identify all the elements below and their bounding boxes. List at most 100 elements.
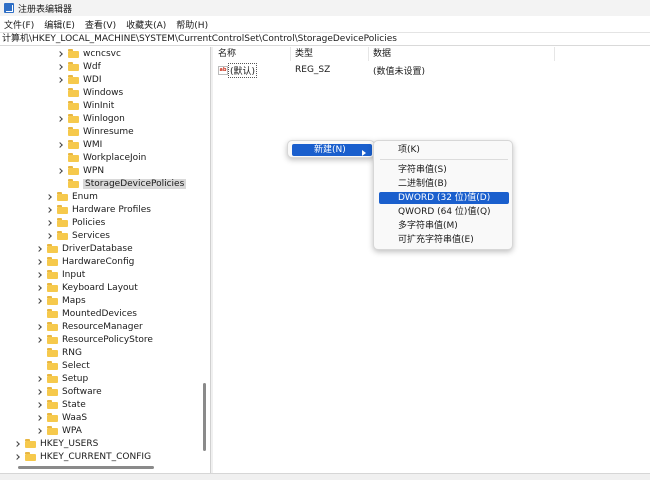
submenu-item-dword-value[interactable]: DWORD (32 位)值(D): [379, 192, 509, 204]
tree-item-waas[interactable]: WaaS: [36, 411, 87, 424]
chevron-right-icon[interactable]: [57, 115, 65, 123]
chevron-right-icon[interactable]: [36, 375, 44, 383]
menu-help[interactable]: 帮助(H): [176, 18, 208, 31]
chevron-right-icon[interactable]: [14, 453, 22, 461]
tree-item-wpn[interactable]: WPN: [57, 164, 104, 177]
chevron-right-icon[interactable]: [14, 440, 22, 448]
submenu-item-multi-string-value[interactable]: 多字符串值(M): [394, 220, 458, 232]
tree-item-label: ResourceManager: [62, 321, 143, 332]
tree-item-input[interactable]: Input: [36, 268, 85, 281]
submenu-item-key[interactable]: 项(K): [394, 144, 420, 156]
tree-item-label: WinInit: [83, 100, 115, 111]
tree-item-wdf[interactable]: Wdf: [57, 60, 101, 73]
chevron-right-icon[interactable]: [57, 50, 65, 58]
chevron-right-icon[interactable]: [46, 193, 54, 201]
folder-icon: [68, 166, 79, 175]
folder-icon: [47, 296, 58, 305]
chevron-right-icon[interactable]: [36, 323, 44, 331]
tree-item-windows[interactable]: Windows: [57, 86, 123, 99]
chevron-right-icon[interactable]: [36, 414, 44, 422]
tree-item-rng[interactable]: RNG: [36, 346, 82, 359]
menu-favorites[interactable]: 收藏夹(A): [126, 18, 166, 31]
tree-item-winresume[interactable]: Winresume: [57, 125, 134, 138]
tree-item-label: Wdf: [83, 61, 101, 72]
chevron-right-icon[interactable]: [46, 232, 54, 240]
tree-item-label: State: [62, 399, 86, 410]
chevron-right-icon[interactable]: [36, 245, 44, 253]
chevron-right-icon[interactable]: [57, 167, 65, 175]
tree-item-services[interactable]: Services: [46, 229, 110, 242]
tree-item-label: WorkplaceJoin: [83, 152, 147, 163]
chevron-right-icon[interactable]: [36, 284, 44, 292]
menu-bar: 文件(F) 编辑(E) 查看(V) 收藏夹(A) 帮助(H): [0, 17, 650, 32]
tree-item-software[interactable]: Software: [36, 385, 102, 398]
address-bar[interactable]: 计算机\HKEY_LOCAL_MACHINE\SYSTEM\CurrentCon…: [0, 32, 650, 46]
tree-item-hkey-current-config[interactable]: HKEY_CURRENT_CONFIG: [14, 450, 151, 463]
tree-item-keyboard-layout[interactable]: Keyboard Layout: [36, 281, 138, 294]
tree-item-driverdatabase[interactable]: DriverDatabase: [36, 242, 133, 255]
tree-item-label: WDI: [83, 74, 102, 85]
tree-item-wininit[interactable]: WinInit: [57, 99, 114, 112]
tree-item-wcncsvc[interactable]: wcncsvc: [57, 47, 121, 60]
chevron-right-icon[interactable]: [36, 297, 44, 305]
tree-item-hardware-profiles[interactable]: Hardware Profiles: [46, 203, 151, 216]
menu-edit[interactable]: 编辑(E): [44, 18, 75, 31]
tree-item-policies[interactable]: Policies: [46, 216, 105, 229]
chevron-right-icon[interactable]: [57, 63, 65, 71]
context-menu-new[interactable]: 新建(N): [292, 144, 372, 156]
column-header-type[interactable]: 类型: [291, 47, 369, 61]
chevron-right-icon[interactable]: [36, 271, 44, 279]
tree-item-winlogon[interactable]: Winlogon: [57, 112, 125, 125]
chevron-right-icon[interactable]: [36, 388, 44, 396]
chevron-right-icon[interactable]: [36, 427, 44, 435]
chevron-right-icon: [362, 150, 366, 156]
tree-item-wpa[interactable]: WPA: [36, 424, 82, 437]
column-header-data[interactable]: 数据: [369, 47, 555, 61]
folder-icon: [47, 270, 58, 279]
tree-vertical-scrollbar[interactable]: [203, 383, 206, 451]
tree-item-hkey-users[interactable]: HKEY_USERS: [14, 437, 98, 450]
tree-item-resourcepolicystore[interactable]: ResourcePolicyStore: [36, 333, 153, 346]
folder-icon: [47, 322, 58, 331]
tree-item-resourcemanager[interactable]: ResourceManager: [36, 320, 143, 333]
chevron-right-icon[interactable]: [57, 76, 65, 84]
chevron-right-icon[interactable]: [36, 401, 44, 409]
folder-icon: [47, 283, 58, 292]
tree-item-setup[interactable]: Setup: [36, 372, 88, 385]
tree-item-wdi[interactable]: WDI: [57, 73, 101, 86]
folder-icon: [68, 114, 79, 123]
value-row[interactable]: ab (默认) REG_SZ (数值未设置): [214, 62, 650, 78]
tree-item-enum[interactable]: Enum: [46, 190, 98, 203]
tree-item-maps[interactable]: Maps: [36, 294, 86, 307]
submenu-item-qword-value[interactable]: QWORD (64 位)值(Q): [394, 206, 491, 218]
tree-item-select[interactable]: Select: [36, 359, 90, 372]
folder-icon: [57, 205, 68, 214]
submenu-item-expandable-string-value[interactable]: 可扩充字符串值(E): [394, 234, 474, 246]
folder-icon: [68, 101, 79, 110]
tree-item-state[interactable]: State: [36, 398, 86, 411]
menu-view[interactable]: 查看(V): [85, 18, 116, 31]
chevron-right-icon[interactable]: [57, 141, 65, 149]
column-header-name[interactable]: 名称: [214, 47, 291, 61]
tree-item-workplacejoin[interactable]: WorkplaceJoin: [57, 151, 146, 164]
tree-horizontal-scrollbar[interactable]: [18, 466, 154, 469]
tree-item-storagedevicepolicies[interactable]: StorageDevicePolicies: [57, 177, 187, 190]
chevron-right-icon[interactable]: [46, 219, 54, 227]
tree-item-mounteddevices[interactable]: MountedDevices: [36, 307, 137, 320]
chevron-right-icon[interactable]: [36, 258, 44, 266]
folder-icon: [47, 374, 58, 383]
submenu-item-string-value[interactable]: 字符串值(S): [394, 164, 447, 176]
menu-file[interactable]: 文件(F): [4, 18, 34, 31]
folder-icon: [68, 179, 79, 188]
submenu-item-binary-value[interactable]: 二进制值(B): [394, 178, 447, 190]
tree-item-hardwareconfig[interactable]: HardwareConfig: [36, 255, 134, 268]
chevron-right-icon[interactable]: [36, 336, 44, 344]
pane-splitter[interactable]: [210, 47, 213, 473]
chevron-right-icon[interactable]: [46, 206, 54, 214]
tree-item-wmi[interactable]: WMI: [57, 138, 102, 151]
tree-item-label: StorageDevicePolicies: [83, 178, 187, 189]
folder-icon: [25, 439, 36, 448]
